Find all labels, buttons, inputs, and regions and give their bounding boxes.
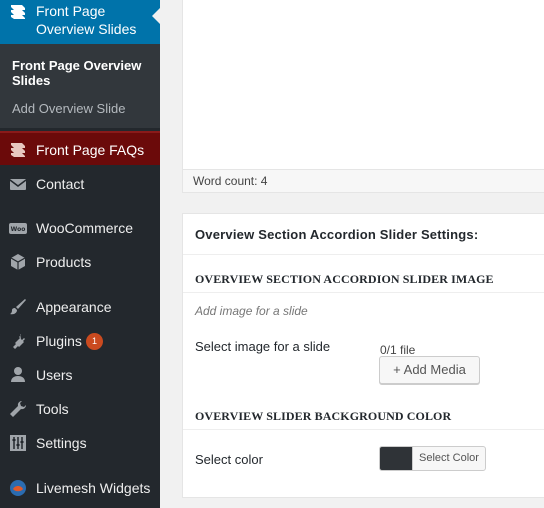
envelope-icon [8,174,28,194]
menu-contact[interactable]: Contact [0,167,160,201]
sliders-icon [8,433,28,453]
slider-settings-metabox: Overview Section Accordion Slider Settin… [182,213,544,498]
word-count: Word count: 4 [183,170,544,192]
editor-content-area[interactable] [183,0,544,170]
menu-settings[interactable]: Settings [0,426,160,460]
menu-plugins[interactable]: Plugins 1 [0,324,160,358]
menu-label: Settings [36,435,87,451]
menu-label: Livemesh Widgets [36,480,151,496]
divider [183,254,544,255]
image-section-description: Add image for a slide [195,304,308,318]
menu-users[interactable]: Users [0,358,160,392]
menu-products[interactable]: Products [0,245,160,279]
submenu-item-all-slides[interactable]: Front Page Overview Slides [12,58,152,88]
admin-sidebar: Front Page Overview Slides Front Page Ov… [0,0,160,508]
svg-text:Woo: Woo [11,226,26,233]
select-color-button[interactable]: Select Color [412,447,485,470]
select-image-label: Select image for a slide [195,339,331,354]
add-media-button[interactable]: + Add Media [379,356,480,384]
menu-label-line1: Front Page [36,3,106,19]
color-swatch[interactable] [380,447,412,470]
select-color-label: Select color [195,452,263,467]
slides-icon [8,2,28,22]
divider [183,292,544,293]
divider [183,429,544,430]
menu-label: Tools [36,401,69,417]
menu-front-page-faqs[interactable]: Front Page FAQs [0,131,160,165]
menu-tools[interactable]: Tools [0,392,160,426]
menu-label: Appearance [36,299,112,315]
menu-label: Contact [36,176,85,192]
current-menu-arrow [152,8,160,24]
file-count: 0/1 file [380,343,416,357]
post-editor: Word count: 4 [182,0,544,193]
submenu-item-add-slide[interactable]: Add Overview Slide [12,101,125,116]
menu-front-page-overview-slides[interactable]: Front Page Overview Slides [0,0,160,44]
menu-label: Users [36,367,73,383]
cube-icon [8,252,28,272]
submenu: Front Page Overview Slides Add Overview … [0,44,160,128]
menu-label: WooCommerce [36,220,133,236]
color-picker[interactable]: Select Color [379,446,486,471]
woocommerce-icon: Woo [8,218,28,238]
update-count-badge: 1 [86,333,103,350]
menu-label: Products [36,254,92,270]
plug-icon [8,331,28,351]
menu-woocommerce[interactable]: Woo WooCommerce [0,211,160,245]
faqs-icon [8,140,28,160]
menu-label-line2: Overview Slides [36,21,137,37]
menu-appearance[interactable]: Appearance [0,290,160,324]
metabox-title: Overview Section Accordion Slider Settin… [195,227,479,242]
color-section-heading: OVERVIEW SLIDER BACKGROUND COLOR [195,409,452,423]
menu-label: Front Page FAQs [36,142,145,158]
livemesh-icon [8,478,28,498]
user-icon [8,365,28,385]
menu-label: Plugins [36,333,82,349]
paintbrush-icon [8,297,28,317]
image-section-heading: OVERVIEW SECTION ACCORDION SLIDER IMAGE [195,272,494,286]
menu-livemesh-widgets[interactable]: Livemesh Widgets [0,471,160,505]
wrench-icon [8,399,28,419]
